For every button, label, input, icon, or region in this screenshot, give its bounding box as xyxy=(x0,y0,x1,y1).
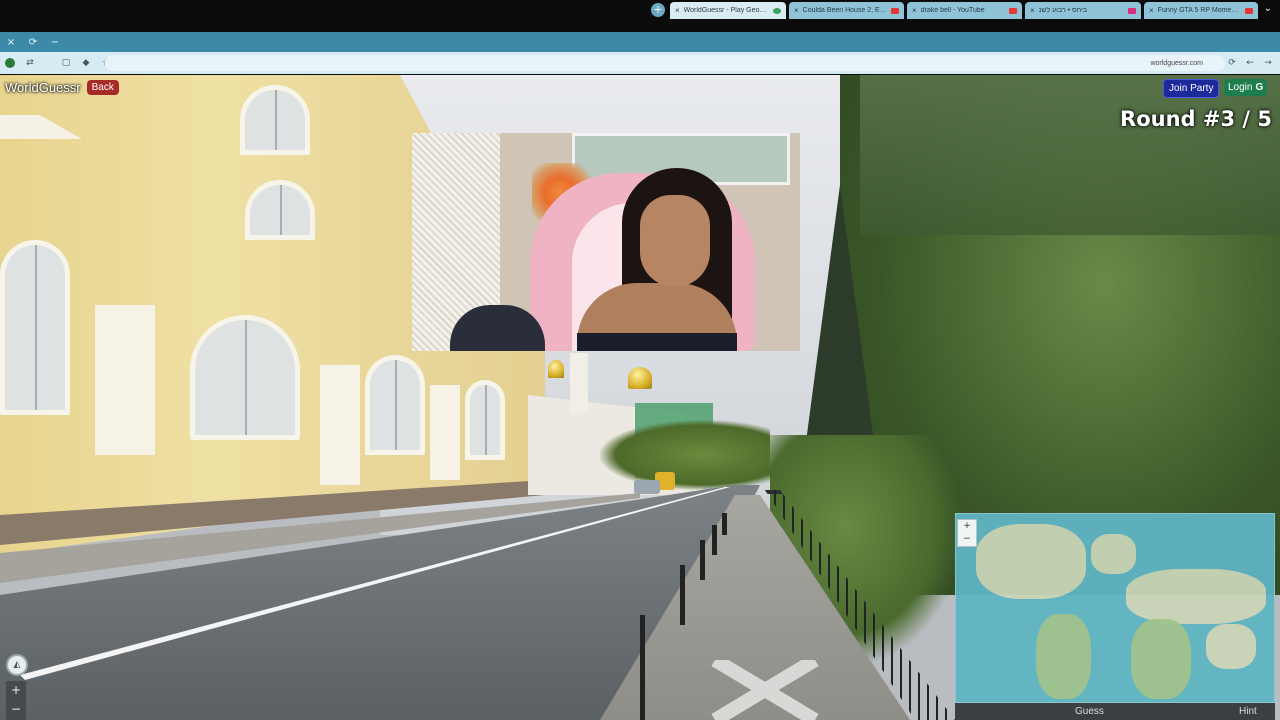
youtube-icon xyxy=(891,7,899,14)
compass-icon[interactable]: ◭ xyxy=(6,654,28,676)
tab-label: Coulda Been House 2, Episode xyxy=(802,7,888,14)
close-window-icon[interactable]: × xyxy=(0,32,22,52)
youtube-icon xyxy=(1245,7,1253,14)
address-bar: ⇄ ▢ ◆ ☆ worldguessr.com ⟳ ← → xyxy=(0,52,1280,74)
back-arrow-icon[interactable]: ← xyxy=(1240,52,1260,74)
road-cross-marking xyxy=(711,660,819,720)
reload-icon[interactable]: ⟳ xyxy=(1222,52,1242,74)
palace-window xyxy=(190,315,300,440)
map-land-south-america xyxy=(1036,614,1091,699)
trees-midground xyxy=(600,420,770,490)
tab-label: WorldGuessr - Play Geoguessr xyxy=(683,7,770,14)
tab-label: ביחס • רבוע לשנ xyxy=(1038,7,1088,14)
brand-logo-text: WorldGuessr xyxy=(5,80,81,95)
profile-icon[interactable] xyxy=(0,52,20,74)
tab-drake-bell[interactable]: × drake bell - YouTube xyxy=(907,2,1022,19)
streetview-zoom-out-button[interactable]: − xyxy=(6,700,26,719)
tab-funny-gta[interactable]: × Funny GTA 5 RP Moments Thu xyxy=(1144,2,1258,19)
palace-column xyxy=(430,385,460,480)
tab-list-chevron-icon[interactable]: ⌄ xyxy=(1264,3,1272,14)
browser-tab-strip: × ⟳ − xyxy=(0,32,1280,52)
tab-close-icon[interactable]: × xyxy=(1149,6,1154,15)
hint-button[interactable]: Hint xyxy=(1239,706,1257,717)
streetview-zoom-control[interactable]: + − xyxy=(6,681,26,720)
map-land-asia-south xyxy=(1206,624,1256,669)
new-tab-button[interactable]: + xyxy=(651,3,665,17)
url-domain: worldguessr.com xyxy=(1150,59,1203,67)
webcam-person-face xyxy=(640,195,710,287)
tab-worldguessr[interactable]: × WorldGuessr - Play Geoguessr xyxy=(670,2,786,19)
streetview-zoom-in-button[interactable]: + xyxy=(6,681,26,700)
palace-window xyxy=(465,380,505,460)
palace-upper-window xyxy=(240,85,310,155)
map-land-eurasia xyxy=(1126,569,1266,624)
forward-arrow-icon[interactable]: → xyxy=(1258,52,1278,74)
map-land-africa xyxy=(1131,619,1191,699)
google-icon: G xyxy=(1255,82,1264,93)
palace-window xyxy=(0,240,70,415)
bookmarks-icon[interactable]: ◆ xyxy=(76,52,96,74)
tab-label: Funny GTA 5 RP Moments Thu xyxy=(1157,7,1242,14)
bollard xyxy=(712,525,717,555)
map-zoom-out-button[interactable]: − xyxy=(958,533,976,546)
tab-close-icon[interactable]: × xyxy=(912,6,917,15)
login-button[interactable]: Login G xyxy=(1224,79,1268,96)
golden-dome xyxy=(628,367,652,389)
tab-close-icon[interactable]: × xyxy=(794,6,799,15)
bollard xyxy=(700,540,705,580)
tree-canopy-top xyxy=(860,75,1280,235)
tab-label: drake bell - YouTube xyxy=(920,7,985,14)
bollard xyxy=(640,615,645,720)
map-zoom-in-button[interactable]: + xyxy=(958,520,976,533)
bell-tower xyxy=(570,353,588,413)
car xyxy=(634,480,660,494)
palace-column xyxy=(320,365,360,485)
tab-favicon-icon xyxy=(773,7,781,14)
tab-instagram[interactable]: × ביחס • רבוע לשנ xyxy=(1025,2,1141,19)
map-land-greenland xyxy=(1091,534,1136,574)
back-button[interactable]: Back xyxy=(86,80,119,95)
map-zoom-control[interactable]: + − xyxy=(957,519,977,547)
tab-search-icon[interactable]: ▢ xyxy=(56,52,76,74)
guess-button[interactable]: Guess xyxy=(1075,706,1104,717)
restore-window-icon[interactable]: ⟳ xyxy=(22,32,44,52)
url-field[interactable]: worldguessr.com xyxy=(105,55,1225,71)
login-label: Login xyxy=(1228,82,1253,93)
join-party-button[interactable]: Join Party xyxy=(1163,79,1220,98)
game-header: WorldGuessr Back xyxy=(5,80,119,95)
extensions-icon[interactable]: ⇄ xyxy=(20,52,40,74)
tab-close-icon[interactable]: × xyxy=(675,6,680,15)
round-counter: Round #3 / 5 xyxy=(1120,107,1272,131)
bollard xyxy=(680,565,685,625)
minimize-window-icon[interactable]: − xyxy=(44,32,66,52)
guess-map[interactable] xyxy=(955,513,1275,703)
webcam-person-top xyxy=(577,333,737,351)
palace-column xyxy=(95,305,155,455)
youtube-icon xyxy=(1009,7,1017,14)
bollard xyxy=(722,513,727,535)
golden-dome xyxy=(548,360,564,378)
streamer-webcam-overlay xyxy=(412,133,800,351)
map-land-north-america xyxy=(976,524,1086,599)
palace-window xyxy=(365,355,425,455)
tab-close-icon[interactable]: × xyxy=(1030,6,1035,15)
guess-bar xyxy=(955,703,1275,720)
tab-coulda-been-house[interactable]: × Coulda Been House 2, Episode xyxy=(789,2,904,19)
instagram-icon xyxy=(1128,7,1136,14)
